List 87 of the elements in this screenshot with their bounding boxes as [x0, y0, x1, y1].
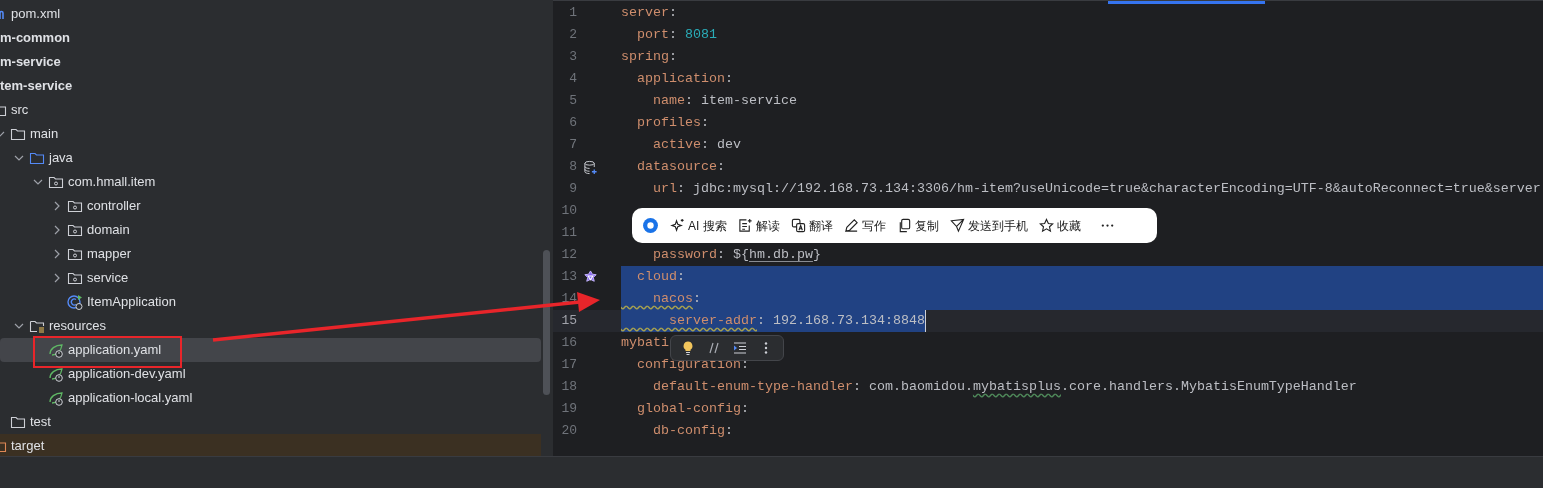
translate-icon: [790, 218, 806, 233]
leaf-icon: [48, 342, 64, 358]
line-number: 13: [560, 268, 577, 287]
folder-icon: [67, 246, 83, 262]
code-line: configuration:: [636, 356, 749, 374]
code-line: profiles:: [636, 114, 709, 132]
tree-item[interactable]: java: [0, 146, 541, 170]
code-line: db-config:: [652, 422, 733, 440]
tree-item[interactable]: mapper: [0, 242, 541, 266]
code-line: global-config:: [636, 400, 749, 418]
line-number: 7: [568, 136, 577, 155]
tree-item[interactable]: domain: [0, 218, 541, 242]
folder-icon: [48, 174, 64, 190]
code-line: mybati: [621, 334, 669, 352]
toolbar-button[interactable]: AI 搜索: [670, 216, 727, 235]
scrollbar-thumb[interactable]: [543, 250, 550, 395]
code-line: nacos:: [652, 290, 701, 308]
code-line: spring:: [621, 48, 677, 66]
line-number: 18: [560, 378, 577, 397]
toolbar-button[interactable]: 翻译: [790, 216, 833, 235]
tree-item[interactable]: controller: [0, 194, 541, 218]
tree-item[interactable]: m-common: [0, 26, 541, 50]
line-number: 20: [560, 422, 577, 441]
line-number: 11: [560, 224, 577, 243]
folder-icon: [67, 222, 83, 238]
toolbar-button[interactable]: 收藏: [1038, 216, 1081, 235]
folder-icon: [67, 198, 83, 214]
code-line: application:: [636, 70, 733, 88]
tree-item[interactable]: m-service: [0, 50, 541, 74]
tree-item[interactable]: target: [0, 434, 541, 456]
code-line: port: 8081: [636, 26, 717, 44]
note-icon: [737, 218, 753, 233]
code-line: url: jdbc:mysql://192.168.73.134:3306/hm-item?useUnicode=true&characterEncoding=UTF-8&autoReconnect=true&server: [652, 180, 1541, 198]
star-icon: [1038, 218, 1054, 233]
line-number: 12: [560, 246, 577, 265]
toolbar-button[interactable]: 写作: [843, 216, 886, 235]
tree-item[interactable]: pom.xml: [0, 2, 541, 26]
line-number: 17: [560, 356, 577, 375]
line-number: 6: [568, 114, 577, 133]
line-number: 3: [568, 48, 577, 67]
logo-icon: [642, 217, 659, 234]
pen-icon: [843, 218, 859, 233]
tree-item[interactable]: test: [0, 410, 541, 434]
toolbar-button[interactable]: [732, 340, 748, 356]
line-number: 8: [568, 158, 577, 177]
code-line: name: item-service: [652, 92, 797, 110]
tree-item[interactable]: service: [0, 266, 541, 290]
leaf-icon: [48, 366, 64, 382]
line-number: 4: [568, 70, 577, 89]
sparkle-icon: [670, 218, 685, 233]
code-line: default-enum-type-handler: com.baomidou.mybatisplus.core.handlers.MybatisEnumTypeHandler: [652, 378, 1357, 396]
line-number: 19: [560, 400, 577, 419]
code-line: cloud:: [636, 268, 685, 286]
line-number: 16: [560, 334, 577, 353]
tree-item[interactable]: resources: [0, 314, 541, 338]
toolbar-button[interactable]: 解读: [737, 216, 780, 235]
line-number: 1: [568, 4, 577, 23]
leaf-icon: [48, 390, 64, 406]
class-icon: [67, 294, 83, 310]
line-number: 15: [560, 312, 577, 331]
code-line: server:: [621, 4, 677, 22]
line-number: 9: [568, 180, 577, 199]
tree-item[interactable]: main: [0, 122, 541, 146]
toolbar-button[interactable]: 复制: [896, 216, 939, 235]
folder-icon: [29, 150, 45, 166]
line-number: 5: [568, 92, 577, 111]
tree-item[interactable]: com.hmall.item: [0, 170, 541, 194]
code-line: active: dev: [652, 136, 741, 154]
tree-item[interactable]: application-local.yaml: [0, 386, 541, 410]
code-line: datasource:: [636, 158, 725, 176]
code-line: password: ${hm.db.pw}: [652, 246, 821, 264]
send-icon: [949, 218, 965, 233]
tree-item[interactable]: ItemApplication: [0, 290, 541, 314]
folder-icon: [10, 414, 26, 430]
indent-icon: [732, 340, 748, 356]
line-number: 2: [568, 26, 577, 45]
comment-icon: [706, 340, 722, 356]
toolbar-button[interactable]: 发送到手机: [949, 216, 1028, 235]
tree-item[interactable]: application.yaml: [0, 338, 541, 362]
toolbar-button[interactable]: [706, 340, 722, 356]
folder-icon: [10, 126, 26, 142]
folder-icon: [29, 318, 45, 334]
tree-item[interactable]: application-dev.yaml: [0, 362, 541, 386]
tree-item[interactable]: tem-service: [0, 74, 541, 98]
line-number: 10: [560, 202, 577, 221]
tree-item[interactable]: src: [0, 98, 541, 122]
folder-icon: [67, 270, 83, 286]
